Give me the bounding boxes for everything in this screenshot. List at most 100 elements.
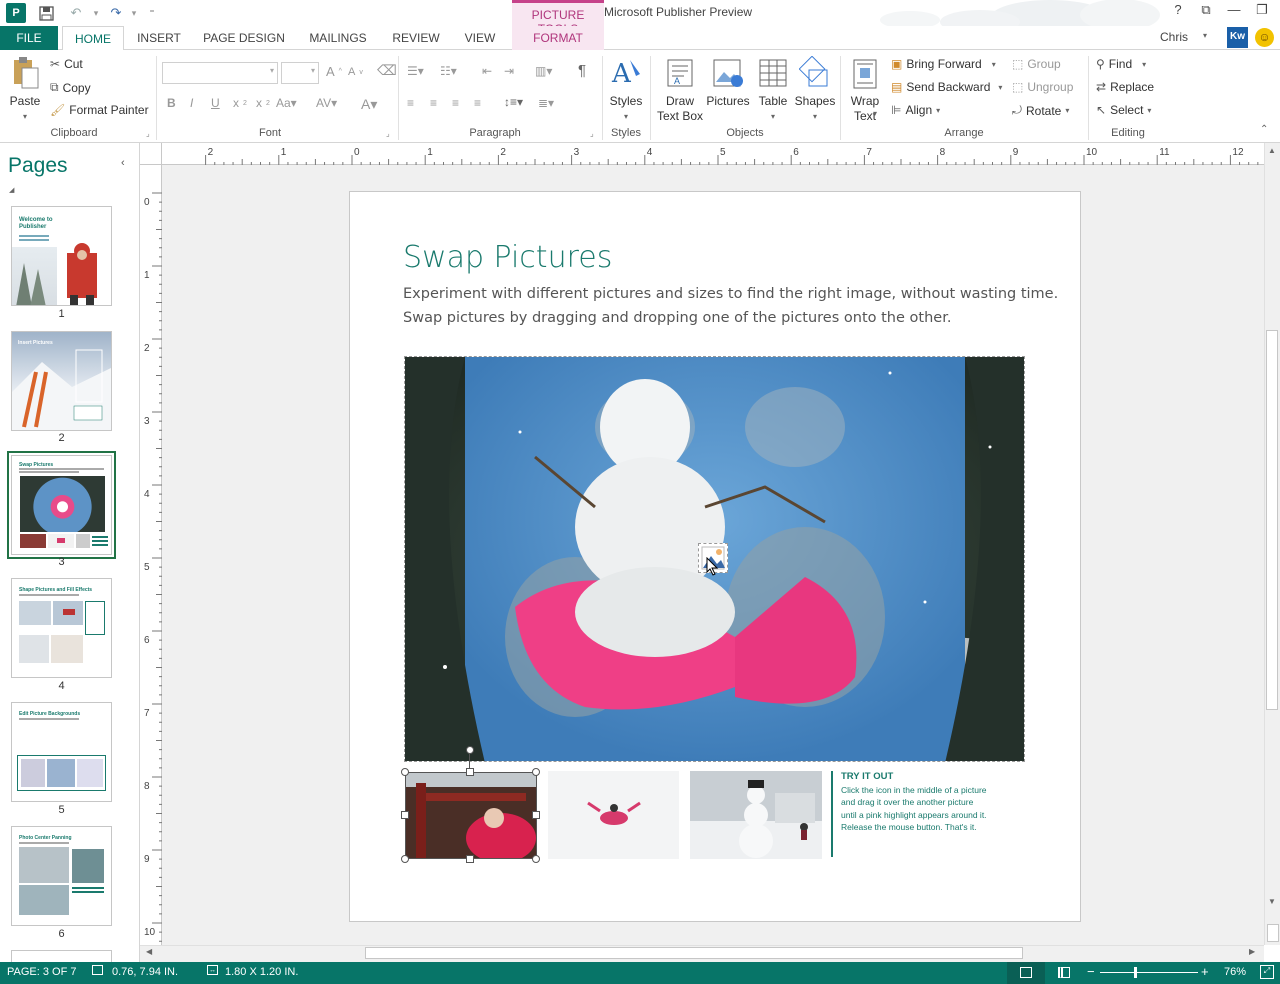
resize-handle-bottom-right[interactable] <box>532 855 540 863</box>
user-name[interactable]: Chris <box>1160 30 1188 44</box>
help-icon[interactable]: ? <box>1164 2 1192 22</box>
zoom-slider-thumb[interactable] <box>1134 967 1137 978</box>
paragraph-launcher-icon[interactable]: ⌟ <box>590 129 594 138</box>
show-paragraph-marks-icon[interactable]: ¶ <box>578 62 586 79</box>
subscript-icon[interactable]: x2 <box>233 96 247 110</box>
zoom-in-icon[interactable]: + <box>1201 964 1209 979</box>
zoom-slider-track[interactable] <box>1100 972 1198 973</box>
collapse-ribbon-icon[interactable]: ⌃ <box>1260 124 1268 135</box>
decrease-indent-icon[interactable]: ⇤ <box>482 64 492 78</box>
change-case-icon[interactable]: Aa▾ <box>276 96 297 110</box>
scroll-right-icon[interactable]: ▶ <box>1249 947 1255 956</box>
thumbnail-picture-snow-angel[interactable] <box>548 771 679 859</box>
section-expand-icon[interactable]: ◢ <box>9 186 14 194</box>
character-spacing-icon[interactable]: AV▾ <box>316 96 337 110</box>
paste-button[interactable]: Paste ▾ <box>6 56 44 124</box>
scroll-down-icon[interactable]: ▼ <box>1268 897 1276 906</box>
align-center-icon[interactable]: ≡ <box>430 96 437 110</box>
single-page-view-button[interactable] <box>1007 962 1045 984</box>
styles-button[interactable]: A Styles ▾ <box>607 56 645 124</box>
wrap-text-button[interactable]: Wrap Text <box>845 56 885 124</box>
columns-icon[interactable]: ▥▾ <box>535 64 552 78</box>
group-button[interactable]: ⬚ Group <box>1012 57 1061 71</box>
resize-handle-left[interactable] <box>401 811 409 819</box>
rotate-button[interactable]: ⤾ Rotate ▾ <box>1012 103 1069 118</box>
vertical-scroll-thumb[interactable] <box>1266 330 1278 710</box>
tab-mailings[interactable]: MAILINGS <box>300 26 376 50</box>
zoom-out-icon[interactable]: − <box>1087 964 1095 979</box>
select-button[interactable]: ↖ Select ▾ <box>1096 103 1151 117</box>
tab-insert[interactable]: INSERT <box>128 26 190 50</box>
tab-format[interactable]: FORMAT <box>512 26 604 50</box>
clear-formatting-icon[interactable]: ⌫ <box>377 62 397 79</box>
format-painter-button[interactable]: 🖌 Format Painter <box>50 103 149 117</box>
justify-icon[interactable]: ≡ <box>474 96 481 110</box>
font-color-icon[interactable]: A▾ <box>361 96 377 113</box>
bullets-icon[interactable]: ☰▾ <box>407 64 424 78</box>
two-page-view-button[interactable] <box>1048 962 1080 984</box>
resize-handle-right[interactable] <box>532 811 540 819</box>
page-thumbnail-2[interactable]: Insert Pictures <box>11 331 112 431</box>
page-thumbnail-4[interactable]: Shape Pictures and Fill Effects <box>11 578 112 678</box>
increase-indent-icon[interactable]: ⇥ <box>504 64 514 78</box>
font-name-box[interactable]: ▾ <box>162 62 278 84</box>
bold-icon[interactable]: B <box>167 96 176 110</box>
bring-forward-button[interactable]: ▣ Bring Forward ▾ <box>891 57 996 71</box>
paragraph-spacing-icon[interactable]: ≣▾ <box>538 96 554 110</box>
copy-button[interactable]: ⧉ Copy <box>50 80 91 95</box>
try-it-out-text[interactable]: Click the icon in the middle of a pictur… <box>841 784 991 834</box>
tab-file[interactable]: FILE <box>0 26 58 50</box>
page-thumbnail-1[interactable]: Welcome to Publisher <box>11 206 112 306</box>
collapse-pane-icon[interactable]: ‹ <box>121 157 125 169</box>
align-left-icon[interactable]: ≡ <box>407 96 414 110</box>
grow-font-icon[interactable]: A ^ <box>326 64 342 79</box>
page-thumbnail-7[interactable] <box>11 950 112 962</box>
superscript-icon[interactable]: x2 <box>256 96 270 110</box>
numbering-icon[interactable]: ☷▾ <box>440 64 457 78</box>
body-text-line-1[interactable]: Experiment with different pictures and s… <box>403 286 1058 302</box>
resize-handle-top[interactable] <box>466 768 474 776</box>
table-button[interactable]: Table ▾ <box>754 56 792 124</box>
font-dropdown-icon[interactable]: ▾ <box>270 66 274 75</box>
restore-icon[interactable]: ❐ <box>1248 2 1276 22</box>
cut-button[interactable]: ✂ Cut <box>50 57 83 71</box>
tab-review[interactable]: REVIEW <box>384 26 448 50</box>
try-it-out-heading[interactable]: TRY IT OUT <box>841 771 893 782</box>
thumbnail-picture-snowman[interactable] <box>690 771 822 859</box>
wrap-text-dropdown-icon[interactable]: ▾ <box>873 109 877 118</box>
shapes-button[interactable]: Shapes ▾ <box>794 55 836 124</box>
draw-text-box-button[interactable]: A Draw Text Box <box>656 56 704 124</box>
resize-handle-top-left[interactable] <box>401 768 409 776</box>
resize-handle-top-right[interactable] <box>532 768 540 776</box>
scroll-up-icon[interactable]: ▲ <box>1268 146 1276 155</box>
align-button[interactable]: ⊫ Align ▾ <box>891 103 940 117</box>
shrink-font-icon[interactable]: Av <box>348 66 363 78</box>
page-heading[interactable]: Swap Pictures <box>403 240 612 275</box>
tab-home[interactable]: HOME <box>62 26 124 51</box>
resize-handle-bottom-left[interactable] <box>401 855 409 863</box>
horizontal-scroll-thumb[interactable] <box>365 947 1023 959</box>
page-thumbnail-5[interactable]: Edit Picture Backgrounds <box>11 702 112 802</box>
feedback-smiley-icon[interactable]: ☺ <box>1255 28 1274 47</box>
zoom-level[interactable]: 76% <box>1224 966 1246 978</box>
ribbon-display-icon[interactable]: ⧉ <box>1192 2 1220 22</box>
replace-button[interactable]: ⇄ Replace <box>1096 80 1154 94</box>
body-text-line-2[interactable]: Swap pictures by dragging and dropping o… <box>403 310 1023 326</box>
pictures-button[interactable]: Pictures <box>705 56 751 109</box>
page-thumbnail-6[interactable]: Photo Center Panning <box>11 826 112 926</box>
line-spacing-icon[interactable]: ↕≡▾ <box>504 95 523 109</box>
underline-icon[interactable]: U <box>211 96 220 110</box>
font-size-box[interactable]: ▾ <box>281 62 319 84</box>
tab-page-design[interactable]: PAGE DESIGN <box>196 26 292 50</box>
resize-handle-bottom[interactable] <box>466 855 474 863</box>
page-thumbnail-3[interactable]: Swap Pictures <box>7 451 116 559</box>
scroll-left-icon[interactable]: ◀ <box>146 947 152 956</box>
font-size-dropdown-icon[interactable]: ▾ <box>311 66 315 75</box>
ungroup-button[interactable]: ⬚ Ungroup <box>1012 80 1073 94</box>
send-backward-button[interactable]: ▤ Send Backward ▾ <box>891 80 1002 94</box>
scroll-split-box[interactable] <box>1267 924 1279 942</box>
user-avatar[interactable]: Kw <box>1227 27 1248 48</box>
user-dropdown-icon[interactable]: ▾ <box>1203 31 1207 40</box>
fit-page-icon[interactable]: ⤢ <box>1260 965 1274 979</box>
clipboard-launcher-icon[interactable]: ⌟ <box>146 129 150 138</box>
